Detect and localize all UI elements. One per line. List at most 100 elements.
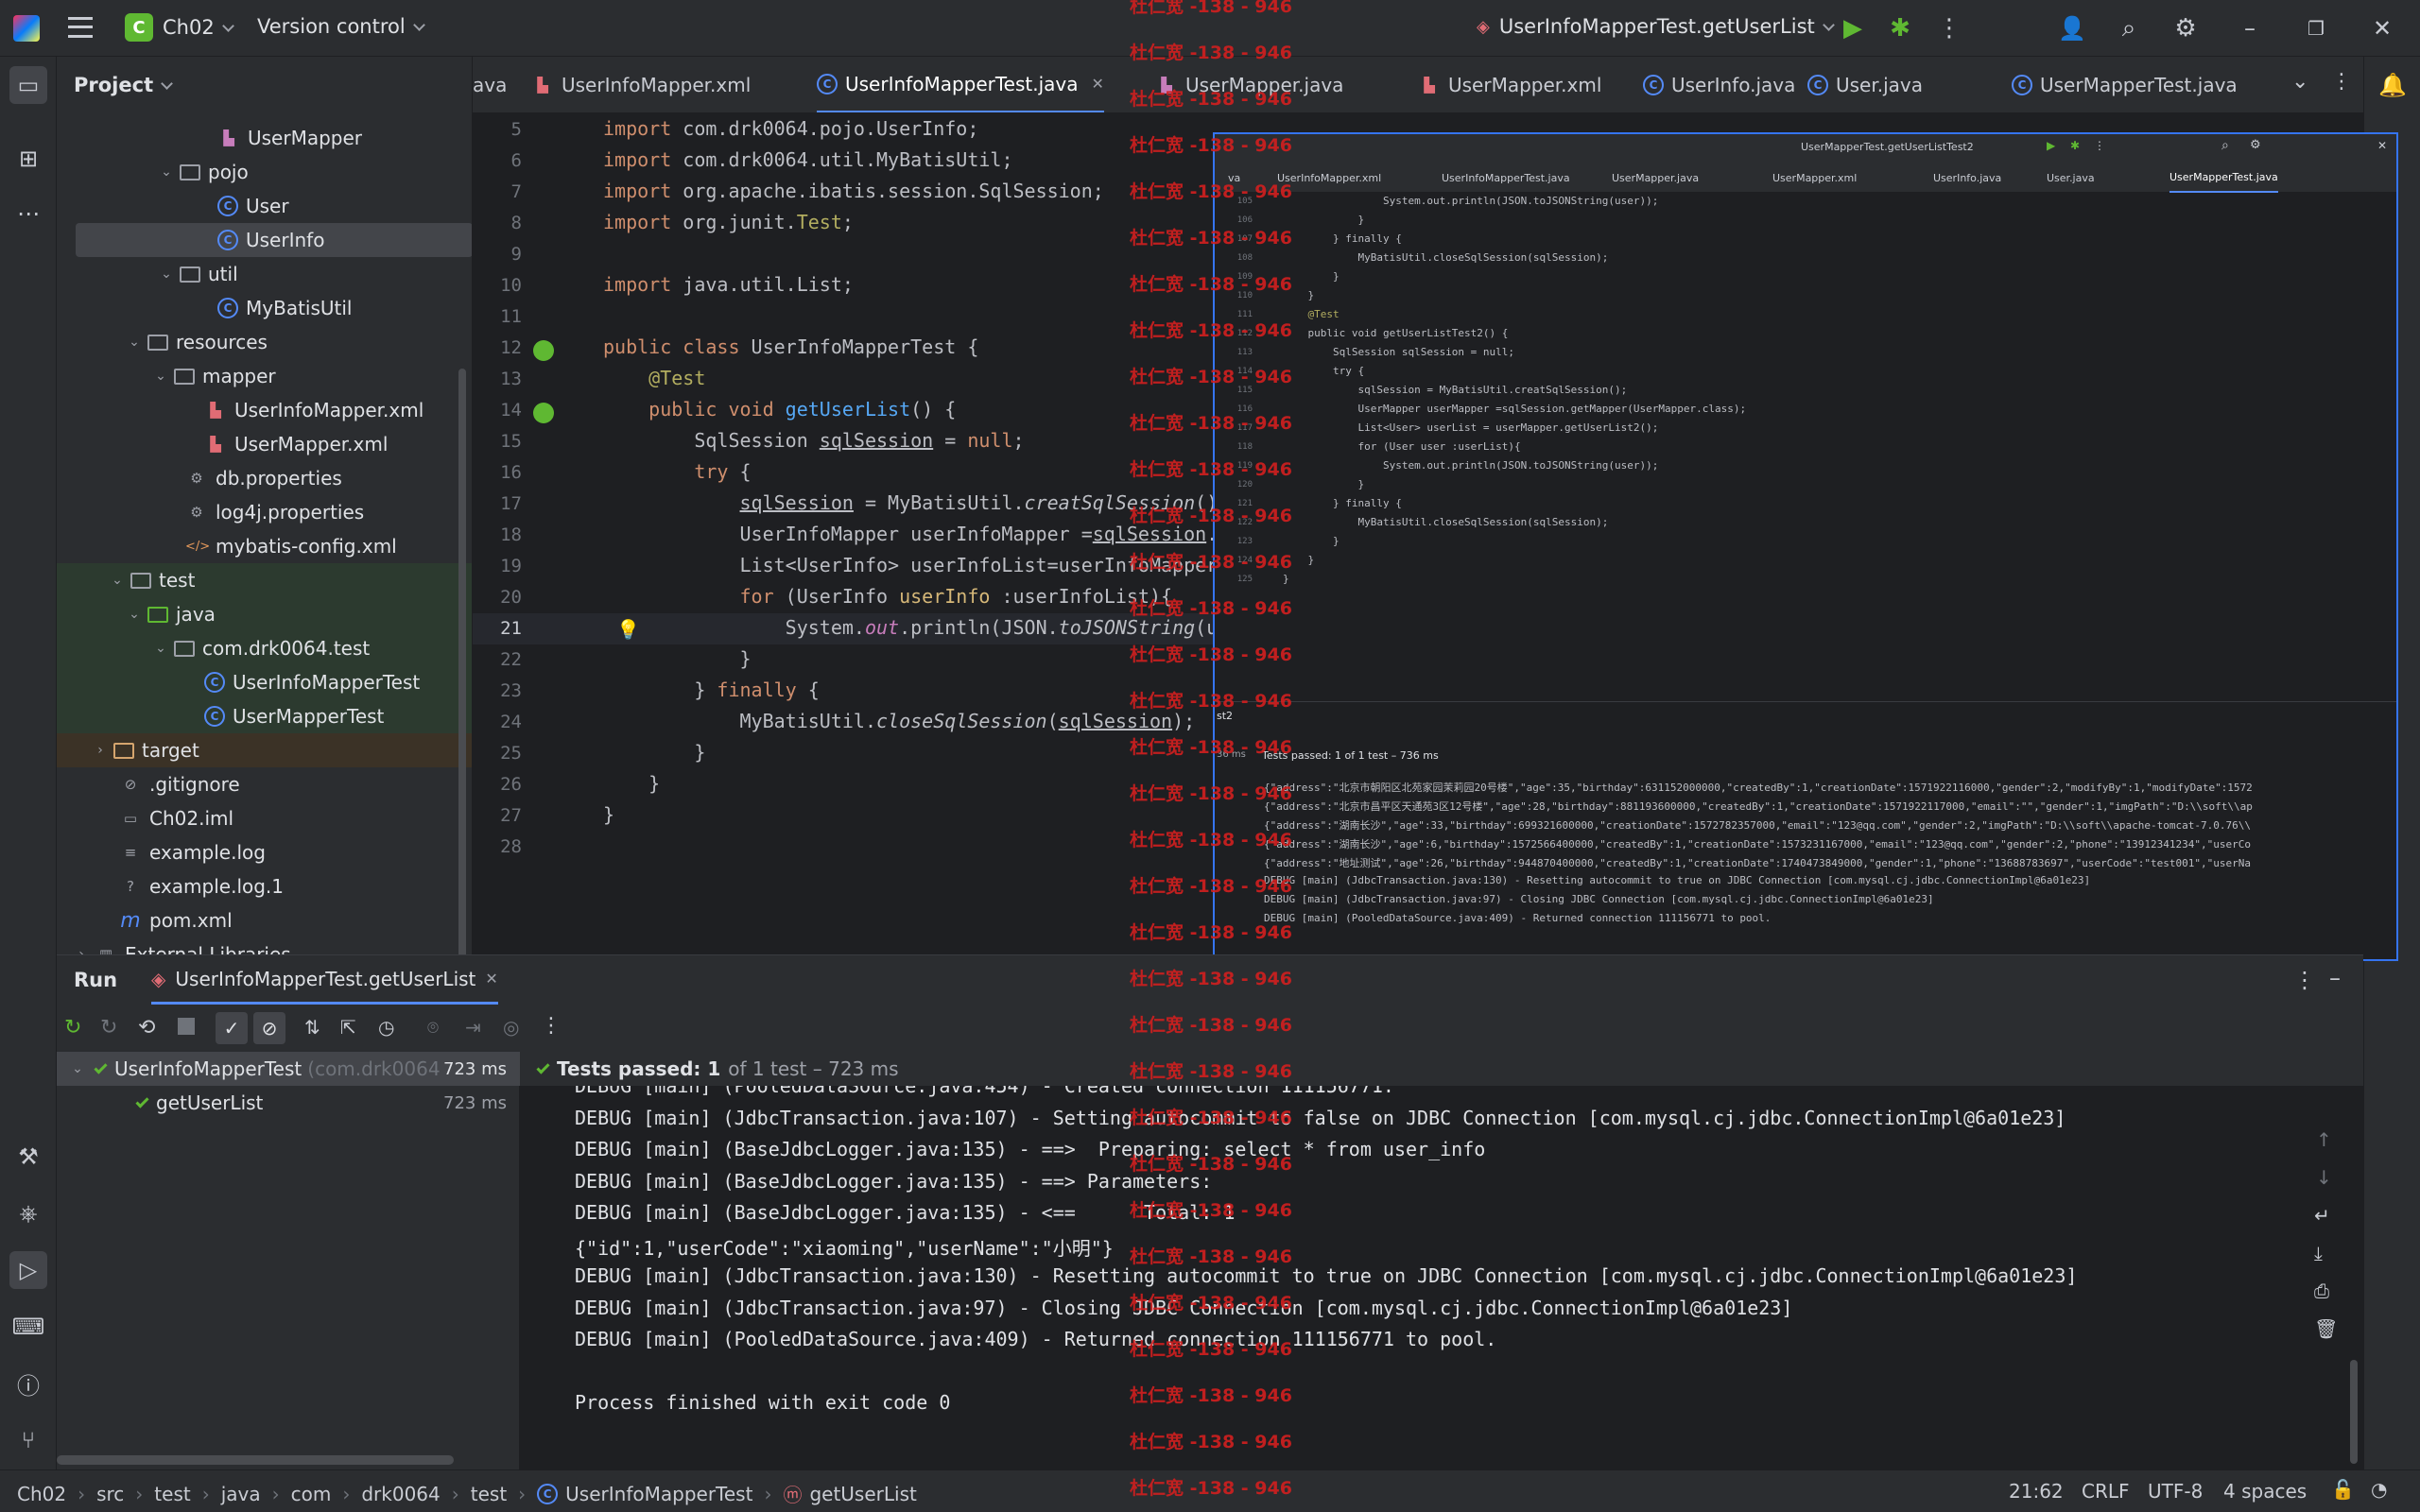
project-tree-item[interactable]: m pom.xml	[57, 903, 472, 937]
expand-chevron-icon[interactable]: ›	[72, 947, 91, 954]
scroll-up-icon[interactable]: ↑	[2316, 1128, 2332, 1151]
scroll-to-end-icon[interactable]: ⤓	[2314, 1242, 2323, 1264]
structure-icon[interactable]: ⊞	[9, 140, 47, 178]
mini-more-icon[interactable]: ⋮	[2094, 139, 2105, 152]
project-tree-item[interactable]: ⌄ resources	[57, 325, 472, 359]
settings-gear-icon[interactable]: ⚙	[2167, 9, 2204, 47]
project-tree-item[interactable]: ⌄ com.drk0064.test	[57, 631, 472, 665]
project-tree-item[interactable]: C MyBatisUtil	[57, 291, 472, 325]
project-tree-item[interactable]: C UserMapperTest	[57, 699, 472, 733]
breadcrumb-item[interactable]: drk0064	[361, 1483, 440, 1505]
mini-editor-tab[interactable]: User.java	[2047, 163, 2095, 193]
more-tools-icon[interactable]: ⋯	[9, 195, 47, 232]
restore-icon[interactable]: ❐	[2297, 9, 2335, 47]
hide-panel-icon[interactable]: –	[2329, 965, 2341, 991]
expand-chevron-icon[interactable]: ⌄	[151, 641, 170, 656]
mini-editor-tab[interactable]: UserInfo.java	[1933, 163, 2001, 193]
expand-chevron-icon[interactable]: ⌄	[157, 266, 176, 282]
minimize-icon[interactable]: –	[2231, 9, 2269, 47]
expand-chevron-icon[interactable]: ⌄	[125, 335, 144, 350]
expand-chevron-icon[interactable]: ⌄	[157, 164, 176, 180]
console-output[interactable]: ↑ ↓ ↵ ⤓ ⎙ 🗑 DEBUG [main] (PooledDataSour…	[520, 1086, 2363, 1470]
rerun-failed-icon[interactable]: ↻	[100, 1016, 117, 1040]
project-tree-item[interactable]: ⚙ db.properties	[57, 461, 472, 495]
project-tree-item[interactable]: › target	[57, 733, 472, 767]
services-icon[interactable]: ⎈	[9, 1194, 47, 1232]
breadcrumb-item[interactable]: Ch02	[17, 1483, 66, 1505]
project-tree-item[interactable]: ⌄ java	[57, 597, 472, 631]
add-user-icon[interactable]: 👤	[2053, 9, 2091, 47]
expand-chevron-icon[interactable]: ⌄	[108, 573, 127, 588]
editor-tab[interactable]: C UserInfoMapperTest.java ✕	[817, 57, 1104, 112]
breadcrumb-item[interactable]: src	[96, 1483, 124, 1505]
line-separator[interactable]: CRLF	[2082, 1480, 2130, 1503]
soft-wrap-icon[interactable]: ↵	[2314, 1204, 2330, 1227]
editor-tab[interactable]: ▙ UserInfoMapper.xml	[531, 57, 751, 112]
breadcrumb-item[interactable]: UserInfoMapperTest	[565, 1483, 752, 1505]
expand-chevron-icon[interactable]: ⌄	[151, 369, 170, 384]
project-tree-item[interactable]: ⌄ mapper	[57, 359, 472, 393]
toggle-auto-test-icon[interactable]: ⟲	[138, 1016, 155, 1040]
floating-ide-window[interactable]: UserMapperTest.getUserListTest2 ▶ ✱ ⋮ ⌕ …	[1213, 132, 2398, 961]
run-gutter-icon[interactable]	[533, 340, 554, 361]
power-save-icon[interactable]: ◔	[2371, 1478, 2387, 1501]
project-tree-item[interactable]: ▭ Ch02.iml	[57, 801, 472, 835]
project-tree-item[interactable]: ⌄ test	[57, 563, 472, 597]
mini-editor-tab[interactable]: UserMapper.xml	[1772, 163, 1857, 193]
run-config-selector[interactable]: ◈ UserInfoMapperTest.getUserList	[1477, 15, 1835, 38]
stop-icon[interactable]	[178, 1018, 195, 1035]
project-tree-item[interactable]: ⊘ .gitignore	[57, 767, 472, 801]
project-tree-item[interactable]: ⌄ pojo	[57, 155, 472, 189]
expand-chevron-icon[interactable]: ⌄	[125, 607, 144, 622]
print-icon[interactable]: ⎙	[2314, 1280, 2329, 1302]
project-tree-item[interactable]: C User	[57, 189, 472, 223]
terminal-icon[interactable]: ⌨	[9, 1308, 47, 1346]
scroll-down-icon[interactable]: ↓	[2316, 1166, 2332, 1189]
mini-editor-tab[interactable]: UserInfoMapperTest.java	[1442, 163, 1570, 193]
close-tab-icon[interactable]: ✕	[1092, 75, 1104, 93]
project-panel-header[interactable]: Project	[57, 57, 472, 113]
breadcrumb-item[interactable]: getUserList	[809, 1483, 916, 1505]
rerun-icon[interactable]: ↻	[64, 1016, 81, 1040]
mini-search-icon[interactable]: ⌕	[2221, 138, 2229, 153]
collapse-icon[interactable]: ⇱	[340, 1016, 356, 1039]
project-tree-item[interactable]: </> mybatis-config.xml	[57, 529, 472, 563]
import-icon[interactable]: ◎	[503, 1016, 519, 1039]
export-icon[interactable]: ⇥	[465, 1016, 481, 1039]
toolbar-more-icon[interactable]: ⋮	[541, 1014, 562, 1038]
history-clock-icon[interactable]: ◷	[378, 1016, 394, 1039]
file-encoding[interactable]: UTF-8	[2148, 1480, 2203, 1503]
editor-tab[interactable]: ▙ UserMapper.xml	[1418, 57, 1601, 112]
editor-tab[interactable]: C UserMapperTest.java	[2012, 57, 2238, 112]
project-tree-item[interactable]: ? example.log.1	[57, 869, 472, 903]
editor-tab[interactable]: C User.java	[1807, 57, 1923, 112]
run-icon[interactable]: ▶	[1834, 9, 1872, 47]
problems-icon[interactable]: ⓘ	[9, 1365, 47, 1402]
screenshot-icon[interactable]: ⌾	[427, 1016, 439, 1039]
run-tab[interactable]: ◈ UserInfoMapperTest.getUserList ✕	[151, 955, 498, 1005]
main-menu-icon[interactable]	[68, 17, 93, 38]
run-tool-icon[interactable]: ▷	[9, 1251, 47, 1289]
breadcrumb-item[interactable]: java	[221, 1483, 261, 1505]
mini-run-icon[interactable]: ▶	[2047, 139, 2055, 152]
mini-settings-icon[interactable]: ⚙	[2250, 138, 2261, 152]
console-scrollbar[interactable]	[2350, 1360, 2358, 1464]
project-folder-icon[interactable]: ▭	[9, 66, 47, 104]
more-actions-icon[interactable]: ⋮	[1930, 9, 1968, 47]
test-tree-row[interactable]: ⌄ UserInfoMapperTest (com.drk0064 723 ms	[57, 1052, 520, 1086]
close-tab-icon[interactable]: ✕	[485, 970, 497, 988]
lock-icon[interactable]: 🔓	[2331, 1478, 2355, 1501]
project-tree-item[interactable]: ▙ UserInfoMapper.xml	[57, 393, 472, 427]
vcs-menu[interactable]: Version control	[257, 15, 425, 38]
debug-icon[interactable]: ✱	[1881, 9, 1919, 47]
cursor-position[interactable]: 21:62	[2009, 1480, 2064, 1503]
show-ignored-icon[interactable]: ⊘	[253, 1012, 285, 1044]
search-icon[interactable]: ⌕	[2110, 9, 2148, 47]
build-hammer-icon[interactable]: ⚒	[9, 1138, 47, 1176]
breadcrumb-item[interactable]: test	[154, 1483, 190, 1505]
breadcrumb-item[interactable]: test	[471, 1483, 507, 1505]
sort-icon[interactable]: ⇅	[304, 1016, 320, 1039]
editor-tab[interactable]: C UserInfo.java	[1643, 57, 1795, 112]
project-selector[interactable]: C Ch02	[125, 13, 234, 42]
mini-close-icon[interactable]: ✕	[2377, 139, 2387, 152]
